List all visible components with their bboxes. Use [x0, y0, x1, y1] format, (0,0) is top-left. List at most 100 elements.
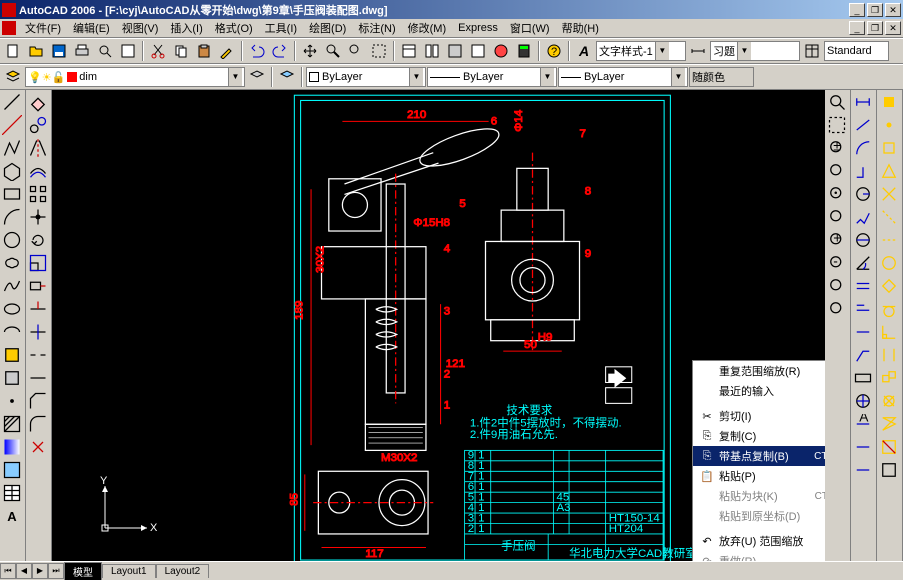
break-button[interactable] [27, 344, 49, 366]
zoom-window-button2[interactable] [826, 114, 848, 136]
dimedit-button[interactable]: A [852, 413, 874, 435]
copy-button[interactable] [170, 40, 192, 62]
menu-file[interactable]: 文件(F) [19, 18, 67, 38]
leader-button[interactable] [852, 344, 874, 366]
publish-button[interactable] [117, 40, 139, 62]
designcenter-button[interactable] [421, 40, 443, 62]
dim-angular-button[interactable] [852, 252, 874, 274]
dim-radius-button[interactable] [852, 183, 874, 205]
dim-aligned-button[interactable] [852, 114, 874, 136]
pline-button[interactable] [1, 137, 23, 159]
mirror-button[interactable] [27, 137, 49, 159]
pan-button[interactable] [299, 40, 321, 62]
menu-help[interactable]: 帮助(H) [556, 18, 605, 38]
zoom-prev-button[interactable] [345, 40, 367, 62]
explode-button[interactable] [27, 436, 49, 458]
join-button[interactable] [27, 367, 49, 389]
menu-edit[interactable]: 编辑(E) [67, 18, 116, 38]
dimstyle-dropdown[interactable]: 习题▼ [710, 41, 800, 61]
osnap-par-button[interactable] [878, 344, 900, 366]
osnap-from-button[interactable] [878, 114, 900, 136]
point-button[interactable] [1, 390, 23, 412]
insert-button[interactable] [1, 344, 23, 366]
ctx-recent[interactable]: 最近的输入▶ [693, 381, 825, 401]
menu-modify[interactable]: 修改(M) [402, 18, 453, 38]
arc-button[interactable] [1, 206, 23, 228]
properties-button[interactable] [398, 40, 420, 62]
plotstyle-dropdown[interactable]: 随颜色 [689, 67, 754, 87]
dim-ordinate-button[interactable] [852, 160, 874, 182]
dim-quick-button[interactable] [852, 275, 874, 297]
color-dropdown[interactable]: ByLayer ▼ [306, 67, 426, 87]
osnap-int-button[interactable] [878, 183, 900, 205]
osnap-per-button[interactable] [878, 321, 900, 343]
layermgr-button[interactable] [2, 66, 24, 88]
linetype-dropdown[interactable]: ByLayer ▼ [427, 67, 557, 87]
osnap-cen-button[interactable] [878, 252, 900, 274]
zoom-button[interactable] [322, 40, 344, 62]
markup-button[interactable] [490, 40, 512, 62]
osnap-end-button[interactable] [878, 137, 900, 159]
osnap-none-button[interactable] [878, 436, 900, 458]
menu-window[interactable]: 窗口(W) [504, 18, 556, 38]
extend-button[interactable] [27, 321, 49, 343]
centermark-button[interactable] [852, 390, 874, 412]
textstyle-icon[interactable]: A [573, 40, 595, 62]
ctx-cut[interactable]: ✂剪切(I)CTRL+X [693, 406, 825, 426]
osnap-temp-button[interactable] [878, 91, 900, 113]
zoom-in-button[interactable]: + [826, 229, 848, 251]
menu-view[interactable]: 视图(V) [116, 18, 165, 38]
ctx-repeat[interactable]: 重复范围缩放(R) [693, 361, 825, 381]
plot-button[interactable] [71, 40, 93, 62]
zoom-realtime-button[interactable] [826, 91, 848, 113]
dimtedit-button[interactable] [852, 436, 874, 458]
redo-button[interactable] [269, 40, 291, 62]
osnap-qua-button[interactable] [878, 275, 900, 297]
cut-button[interactable] [147, 40, 169, 62]
osnap-nod-button[interactable] [878, 390, 900, 412]
dim-diameter-button[interactable] [852, 229, 874, 251]
osnap-ext-button[interactable] [878, 229, 900, 251]
zoom-center-button[interactable] [826, 183, 848, 205]
menu-tools[interactable]: 工具(I) [259, 18, 303, 38]
close-button[interactable]: ✕ [885, 3, 901, 17]
polygon-button[interactable] [1, 160, 23, 182]
menu-draw[interactable]: 绘图(D) [303, 18, 352, 38]
doc-close-button[interactable]: ✕ [885, 21, 901, 35]
layer-dropdown[interactable]: 💡 ☀ 🔓 dim ▼ [25, 67, 245, 87]
hatch-button[interactable] [1, 413, 23, 435]
osnap-tan-button[interactable] [878, 298, 900, 320]
tab-last-button[interactable]: ⏭ [48, 563, 64, 579]
osnap-settings-button[interactable] [878, 459, 900, 481]
sheet-button[interactable] [467, 40, 489, 62]
ctx-paste[interactable]: 📋粘贴(P)CTRL+V [693, 466, 825, 486]
revcloud-button[interactable] [1, 252, 23, 274]
menu-format[interactable]: 格式(O) [209, 18, 259, 38]
osnap-nea-button[interactable] [878, 413, 900, 435]
ctx-copybase[interactable]: ⎘带基点复制(B)CTRL+SHIFT+C [693, 446, 825, 466]
tab-model[interactable]: 模型 [64, 562, 102, 580]
open-button[interactable] [25, 40, 47, 62]
array-button[interactable] [27, 183, 49, 205]
doc-restore-button[interactable]: ❐ [867, 21, 883, 35]
tab-prev-button[interactable]: ◀ [16, 563, 32, 579]
ctx-copy[interactable]: ⎘复制(C)CTRL+C [693, 426, 825, 446]
move-button[interactable] [27, 206, 49, 228]
toolpalette-button[interactable] [444, 40, 466, 62]
dim-baseline-button[interactable] [852, 298, 874, 320]
makeblock-button[interactable] [1, 367, 23, 389]
save-button[interactable] [48, 40, 70, 62]
mtext-button[interactable]: A [1, 505, 23, 527]
preview-button[interactable] [94, 40, 116, 62]
help-button[interactable]: ? [543, 40, 565, 62]
ellipse-button[interactable] [1, 298, 23, 320]
circle-button[interactable] [1, 229, 23, 251]
paste-button[interactable] [193, 40, 215, 62]
zoom-window-button[interactable] [368, 40, 390, 62]
tab-layout1[interactable]: Layout1 [102, 564, 156, 578]
gradient-button[interactable] [1, 436, 23, 458]
line-button[interactable] [1, 91, 23, 113]
layerstates-button[interactable] [276, 66, 298, 88]
zoom-extents-button[interactable] [826, 298, 848, 320]
osnap-appint-button[interactable] [878, 206, 900, 228]
